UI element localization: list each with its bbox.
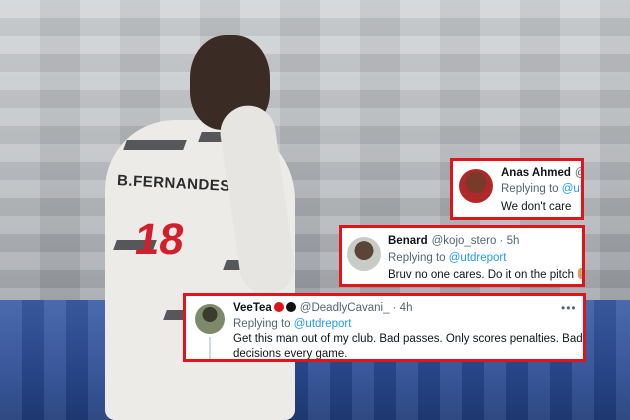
tweet-card-benard: Benard @kojo_stero · 5h Replying to @utdr… [339,225,585,287]
tweet-header: Anas Ahmed @ [501,167,581,179]
tweet-author-name[interactable]: VeeTea [233,302,272,314]
tweet-text-row: Bruv no one cares. Do it on the pitch [388,268,582,283]
player-figure: B.FERNANDES 18 [90,35,300,420]
tweet-author-name[interactable]: Benard [388,235,428,247]
tweet-text: We don't care [501,201,572,213]
tweet-text: Get this man out of my club. Bad passes.… [233,333,583,360]
reply-to-link[interactable]: @utdreport [449,252,507,264]
photo-background: B.FERNANDES 18 Anas Ahmed @ Replying to @… [0,0,630,420]
thumbs-up-icon [578,268,582,279]
tweet-header: Benard @kojo_stero · 5h [388,235,519,247]
tweet-handle[interactable]: @kojo_stero · 5h [432,235,520,247]
avatar [459,169,493,203]
tweet-text: Bruv no one cares. Do it on the pitch [388,269,575,281]
avatar [347,237,381,271]
tweet-header: VeeTea @DeadlyCavani_ · 4h [233,302,412,314]
reply-to-link[interactable]: @utd [562,183,581,195]
jersey-number: 18 [131,215,188,264]
tweet-reply-line: Replying to @utdreport [388,252,506,264]
reply-prefix: Replying to [388,252,446,264]
tweet-author-name[interactable]: Anas Ahmed [501,167,571,179]
reply-to-link[interactable]: @utdreport [294,318,352,330]
thread-line [209,337,211,359]
tweet-card-veetea: VeeTea @DeadlyCavani_ · 4h ••• Replying t… [183,293,586,362]
reply-prefix: Replying to [233,318,291,330]
avatar [195,304,225,334]
tweet-handle[interactable]: @DeadlyCavani_ · 4h [300,302,413,314]
tweet-handle[interactable]: @ [575,167,581,179]
black-circle-icon [285,302,296,312]
tweet-card-anas: Anas Ahmed @ Replying to @utd We don't ca… [450,158,584,220]
tweet-reply-line: Replying to @utdreport [233,318,351,330]
jersey-name: B.FERNANDES [116,172,232,195]
tweet-reply-line: Replying to @utd [501,183,581,195]
more-options-icon[interactable]: ••• [561,301,577,315]
reply-prefix: Replying to [501,183,559,195]
red-circle-icon [273,302,284,312]
